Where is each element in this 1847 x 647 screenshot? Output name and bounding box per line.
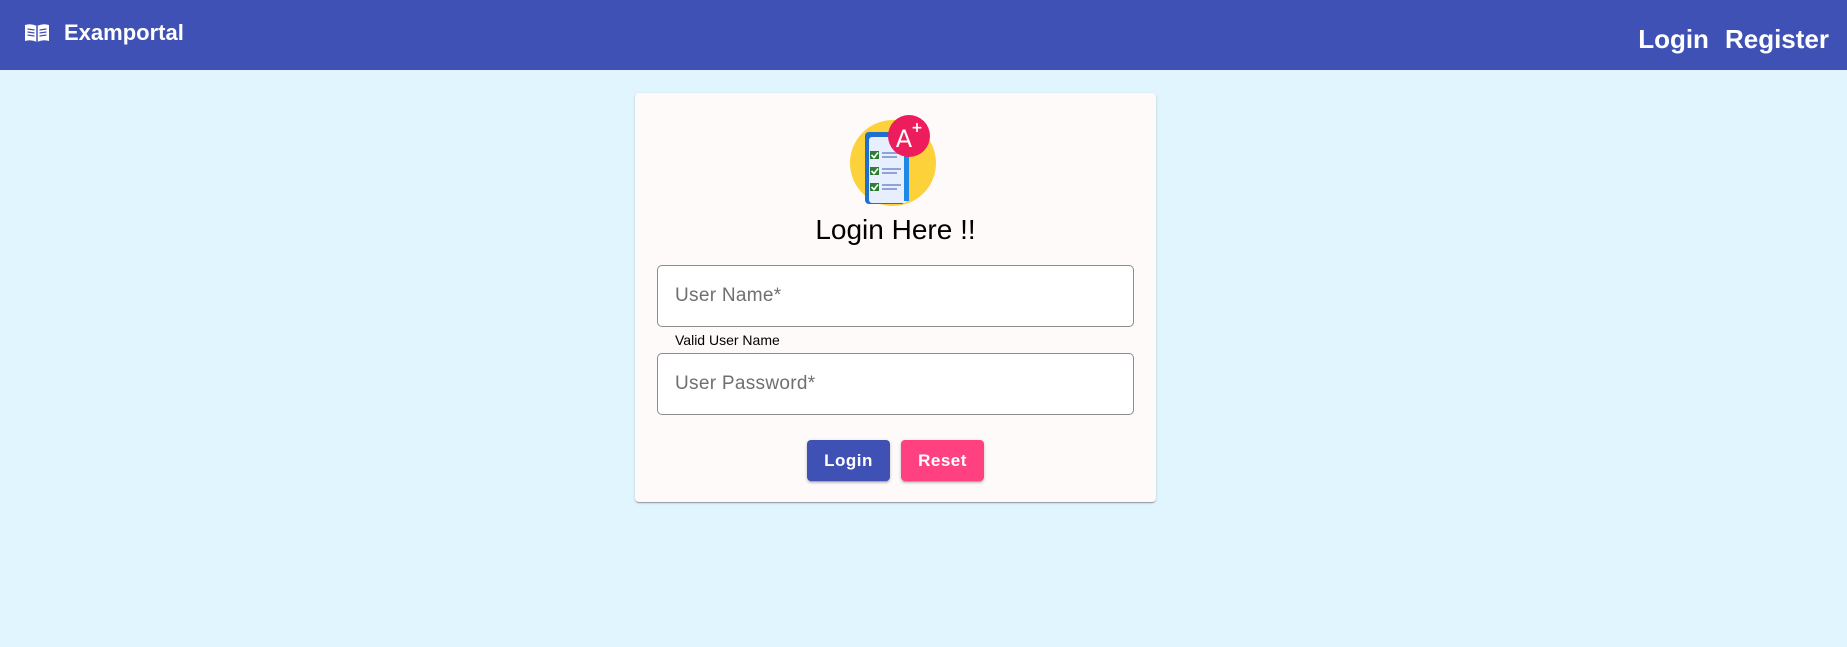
login-button[interactable]: Login xyxy=(807,440,890,481)
username-field xyxy=(657,265,1134,327)
book-open-icon xyxy=(24,22,50,44)
nav-login-link[interactable]: Login xyxy=(1638,20,1709,58)
password-input[interactable] xyxy=(658,354,1133,414)
top-toolbar: Examportal Login Register xyxy=(0,0,1847,70)
username-hint: Valid User Name xyxy=(675,332,780,348)
nav-register-link[interactable]: Register xyxy=(1725,20,1829,58)
top-nav: Login Register xyxy=(1638,20,1829,58)
page-title: Login Here !! xyxy=(815,214,976,245)
brand-title: Examportal xyxy=(64,20,184,45)
reset-button[interactable]: Reset xyxy=(901,440,984,481)
svg-text:+: + xyxy=(911,120,923,136)
brand[interactable]: Examportal xyxy=(24,18,184,48)
password-field xyxy=(657,353,1134,415)
exam-grade-a-plus-icon: A + xyxy=(849,115,941,207)
username-input[interactable] xyxy=(658,266,1133,326)
login-card: A + Login Here !! Valid User Name Login … xyxy=(635,93,1156,502)
